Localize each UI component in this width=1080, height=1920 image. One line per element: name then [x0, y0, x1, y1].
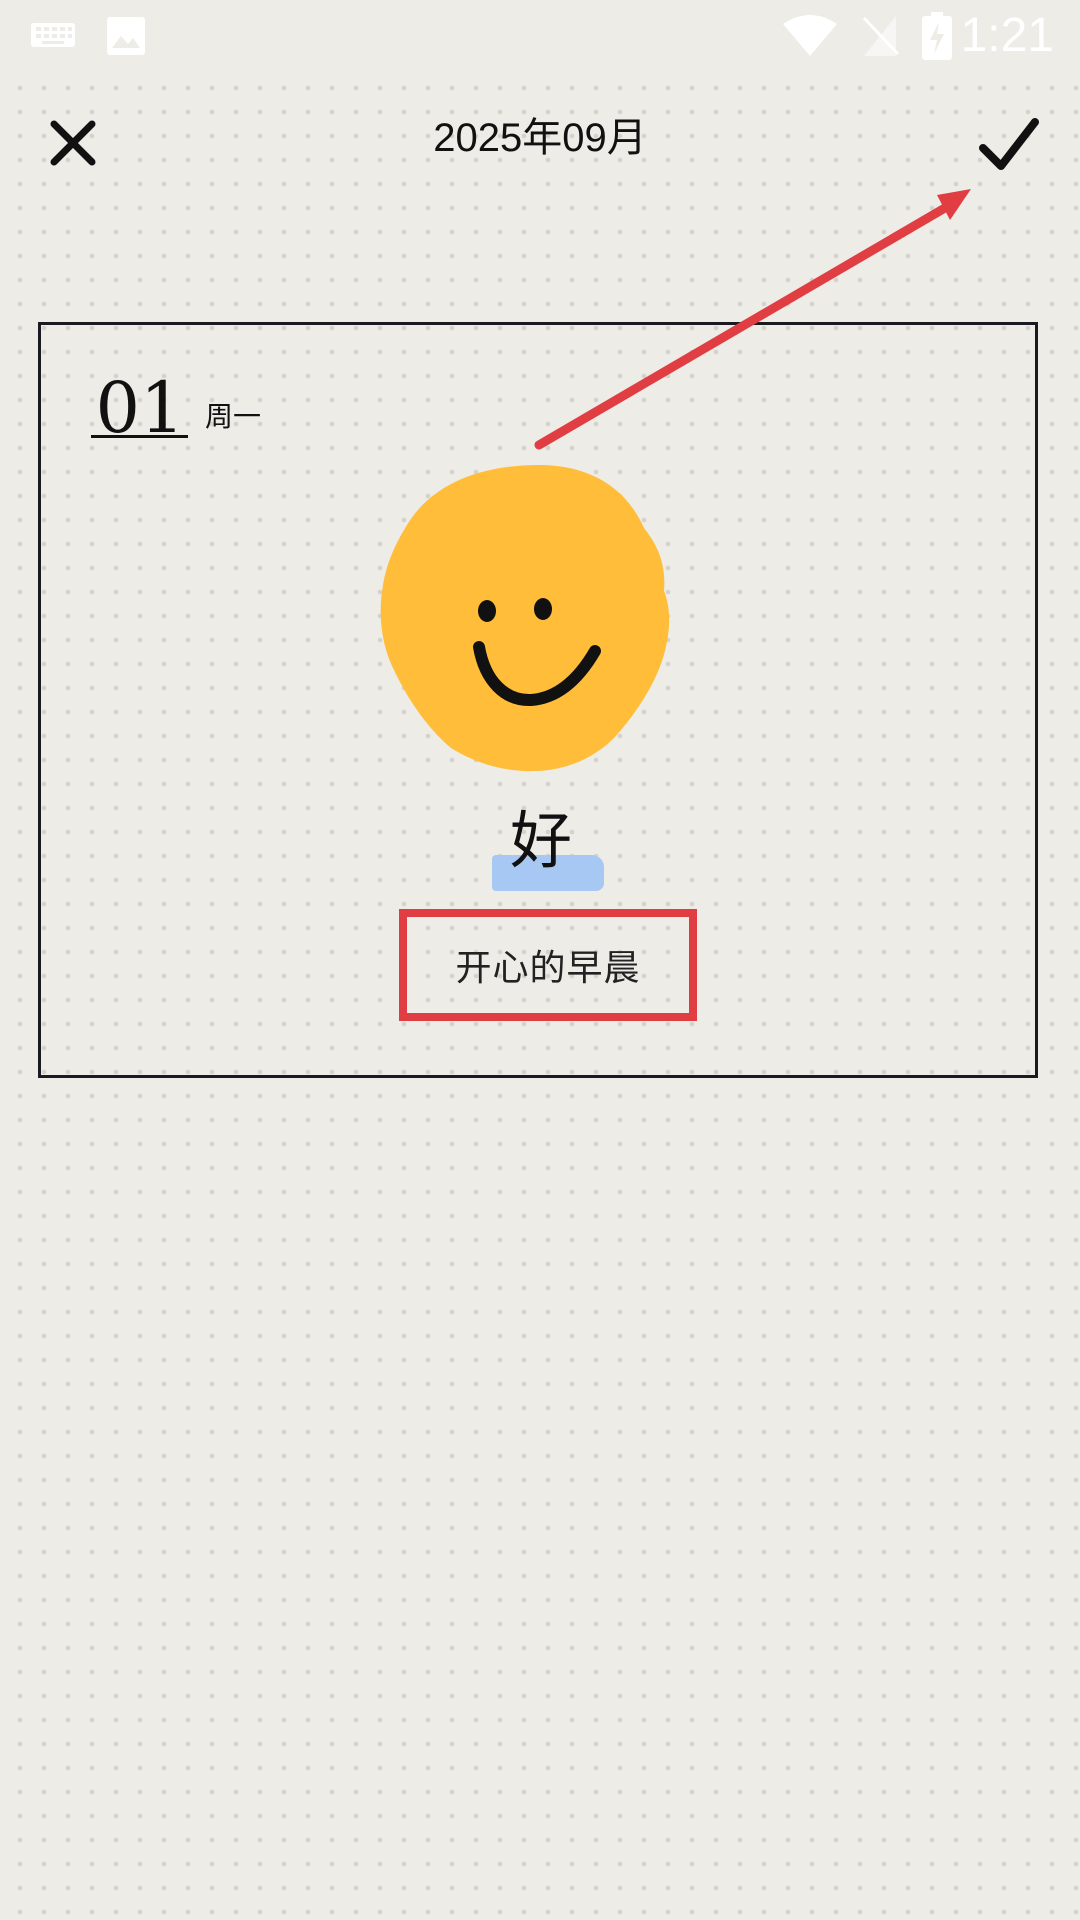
wifi-icon [783, 15, 837, 56]
no-sim-icon [862, 16, 900, 56]
day-underline [91, 435, 188, 438]
mood-label-group: 好 [441, 795, 641, 895]
status-time: 1:21 [960, 9, 1054, 62]
confirm-button[interactable] [966, 100, 1052, 186]
checkmark-icon [979, 118, 1039, 170]
keyboard-icon [31, 23, 75, 47]
close-icon [50, 120, 96, 166]
mood-label: 好 [509, 804, 572, 877]
day-number: 01 [95, 367, 185, 449]
battery-charging-icon [922, 12, 952, 60]
status-bar: 1:21 [0, 0, 1080, 72]
month-title[interactable]: 2025年09月 [340, 112, 740, 164]
close-button[interactable] [30, 100, 116, 186]
top-bar: 2025年09月 [0, 72, 1080, 212]
weekday-label: 周一 [205, 400, 262, 433]
smiley-face-icon[interactable] [379, 463, 701, 773]
image-icon [107, 17, 145, 55]
note-input-box[interactable]: 开心的早晨 [399, 909, 697, 1021]
note-text: 开心的早晨 [455, 948, 641, 989]
diary-entry-card: 01 周一 好 开心的早晨 [38, 322, 1038, 1078]
